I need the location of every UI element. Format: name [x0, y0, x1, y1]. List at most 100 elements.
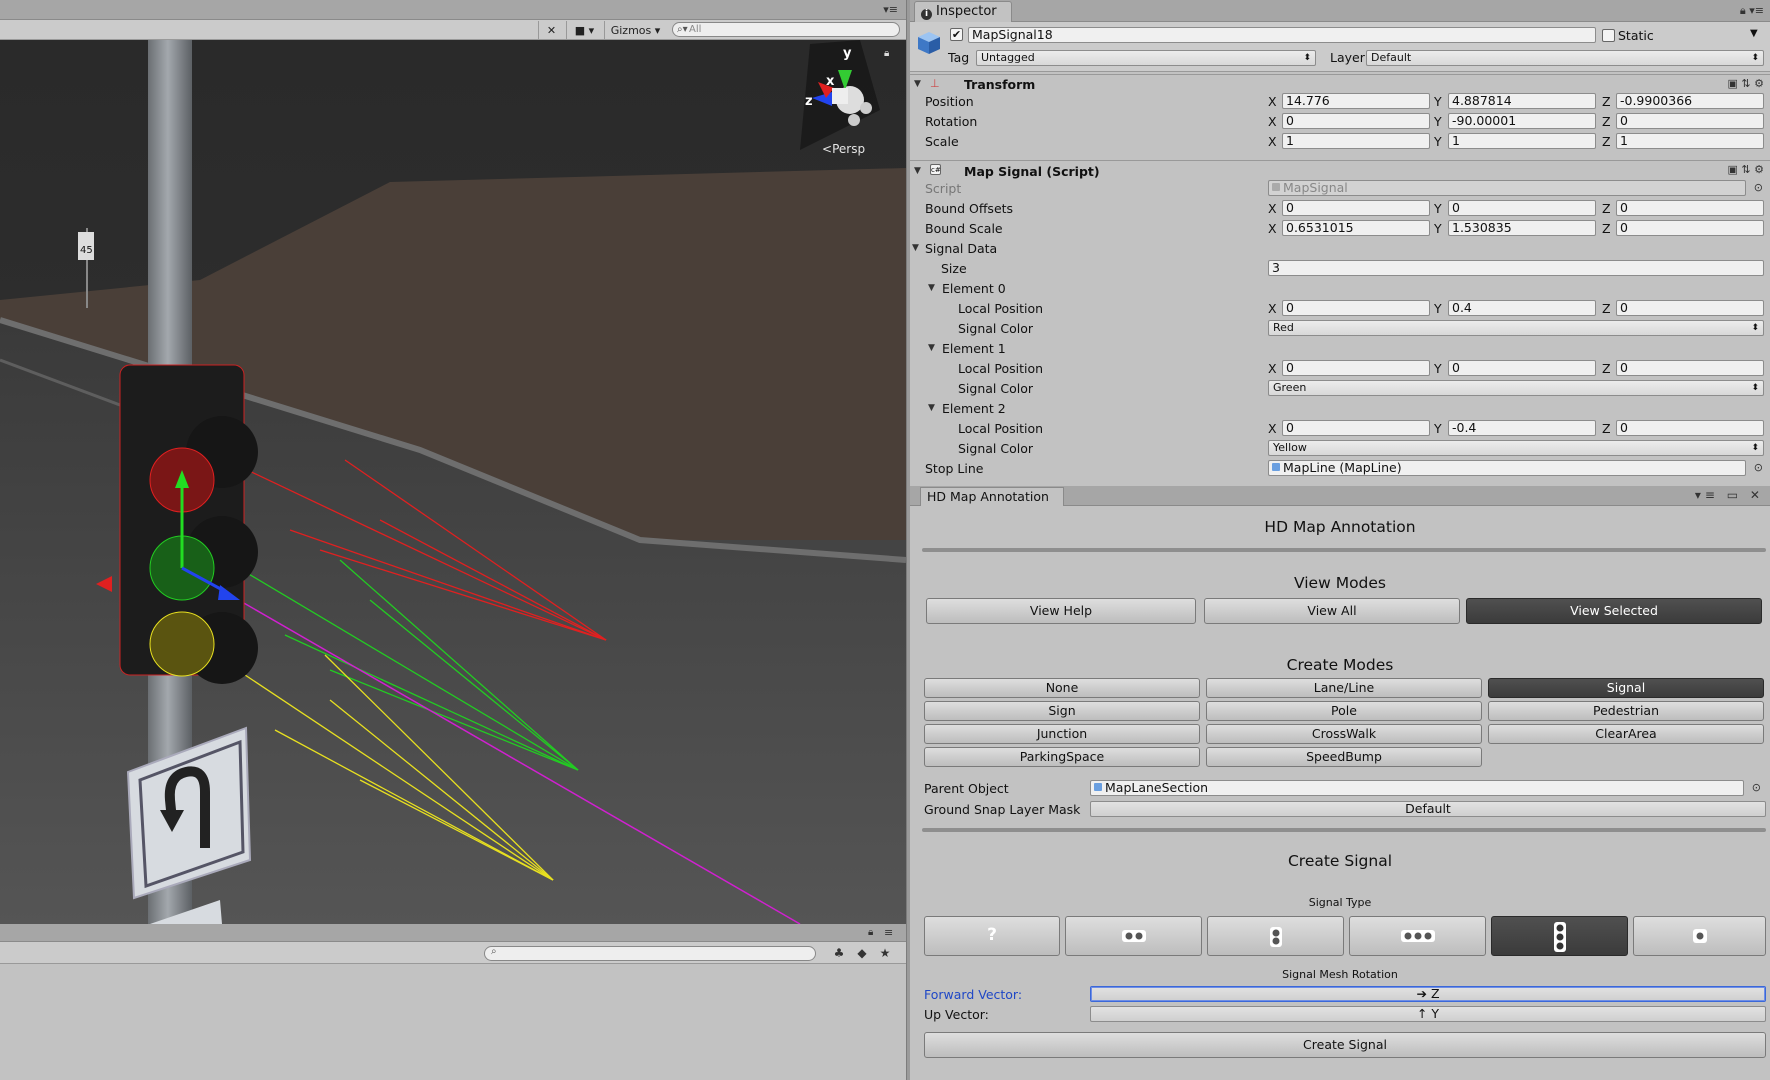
scene-viewport[interactable]: 45 y x z <Persp 🔒︎	[0, 40, 906, 924]
object-name-field[interactable]: MapSignal18	[968, 27, 1596, 43]
position-y-axis[interactable]: Y	[1434, 94, 1442, 109]
element-2-z-axis[interactable]: Z	[1602, 421, 1611, 436]
mode-sign-button[interactable]: Sign	[924, 701, 1200, 721]
signal-type-h2-button[interactable]	[1065, 916, 1202, 956]
tag-dropdown[interactable]: Untagged ⬍	[976, 50, 1316, 66]
ground-snap-dropdown[interactable]: Default	[1090, 801, 1766, 817]
mode-speedbump-button[interactable]: SpeedBump	[1206, 747, 1482, 767]
rotation-x-field[interactable]: 0	[1282, 113, 1430, 129]
signal-data-label[interactable]: Signal Data	[925, 241, 997, 256]
bound-scale-x-axis[interactable]: X	[1268, 221, 1277, 236]
scale-x-axis[interactable]: X	[1268, 134, 1277, 149]
tab-inspector[interactable]: i Inspector	[914, 1, 1012, 22]
position-x-axis[interactable]: X	[1268, 94, 1277, 109]
static-checkbox[interactable]	[1602, 29, 1615, 42]
element-0-pos-z-field[interactable]: 0	[1616, 300, 1764, 316]
scale-z-field[interactable]: 1	[1616, 133, 1764, 149]
scale-z-axis[interactable]: Z	[1602, 134, 1611, 149]
mode-junction-button[interactable]: Junction	[924, 724, 1200, 744]
signal-type-v2-button[interactable]	[1207, 916, 1344, 956]
stop-line-picker-icon[interactable]: ⊙	[1754, 461, 1763, 475]
element-2-pos-x-field[interactable]: 0	[1282, 420, 1430, 436]
view-all-button[interactable]: View All	[1204, 598, 1460, 624]
bound-scale-z-field[interactable]: 0	[1616, 220, 1764, 236]
element-0-foldout-icon[interactable]: ▼	[928, 283, 935, 293]
position-x-field[interactable]: 14.776	[1282, 93, 1430, 109]
element-0-color-dropdown[interactable]: Red ⬍	[1268, 320, 1764, 336]
transform-foldout-icon[interactable]: ▼	[914, 79, 921, 89]
console-label-icon[interactable]: ◆	[853, 946, 871, 962]
console-menu-icon[interactable]: ≡	[884, 926, 893, 939]
bound-scale-x-field[interactable]: 0.6531015	[1282, 220, 1430, 236]
bound-offsets-y-field[interactable]: 0	[1448, 200, 1596, 216]
tab-hd-map-annotation[interactable]: HD Map Annotation	[920, 487, 1064, 506]
signal-data-foldout-icon[interactable]: ▼	[912, 243, 919, 253]
mode-signal-button[interactable]: Signal	[1488, 678, 1764, 698]
element-1-label[interactable]: Element 1	[942, 341, 1006, 356]
create-signal-button[interactable]: Create Signal	[924, 1032, 1766, 1058]
element-1-color-dropdown[interactable]: Green ⬍	[1268, 380, 1764, 396]
rotation-z-field[interactable]: 0	[1616, 113, 1764, 129]
mode-none-button[interactable]: None	[924, 678, 1200, 698]
lock-icon[interactable]: 🔒︎	[884, 48, 889, 59]
element-2-label[interactable]: Element 2	[942, 401, 1006, 416]
element-1-pos-y-field[interactable]: 0	[1448, 360, 1596, 376]
camera-icon[interactable]: ■ ▾	[566, 21, 602, 39]
stop-line-field[interactable]: MapLine (MapLine) ⊙	[1268, 460, 1763, 476]
element-2-foldout-icon[interactable]: ▼	[928, 403, 935, 413]
parent-object-field[interactable]: MapLaneSection ⊙	[1090, 780, 1761, 796]
scene-search-input[interactable]: ⌕▾ All	[672, 22, 900, 37]
hd-map-window-controls-icon[interactable]: ▾≡ ▭ ✕	[1695, 488, 1764, 502]
panel-menu-icon[interactable]: ▾≡	[883, 3, 898, 16]
transform-component-header[interactable]: ▼ ⊥ Transform ▣ ⇅ ⚙	[910, 74, 1770, 94]
element-0-label[interactable]: Element 0	[942, 281, 1006, 296]
mode-cleararea-button[interactable]: ClearArea	[1488, 724, 1764, 744]
element-1-pos-z-field[interactable]: 0	[1616, 360, 1764, 376]
position-z-axis[interactable]: Z	[1602, 94, 1611, 109]
mode-pedestrian-button[interactable]: Pedestrian	[1488, 701, 1764, 721]
mode-lane-line-button[interactable]: Lane/Line	[1206, 678, 1482, 698]
up-vector-dropdown[interactable]: ↑ Y	[1090, 1006, 1766, 1022]
scale-y-axis[interactable]: Y	[1434, 134, 1442, 149]
tools-icon[interactable]: ✕	[538, 21, 564, 39]
element-2-y-axis[interactable]: Y	[1434, 421, 1442, 436]
rotation-y-axis[interactable]: Y	[1434, 114, 1442, 129]
bound-offsets-x-axis[interactable]: X	[1268, 201, 1277, 216]
element-1-pos-x-field[interactable]: 0	[1282, 360, 1430, 376]
element-2-x-axis[interactable]: X	[1268, 421, 1277, 436]
map-signal-foldout-icon[interactable]: ▼	[914, 166, 921, 176]
element-2-pos-z-field[interactable]: 0	[1616, 420, 1764, 436]
signal-type-single-button[interactable]	[1633, 916, 1766, 956]
parent-object-picker-icon[interactable]: ⊙	[1752, 781, 1761, 795]
console-filter-icon[interactable]: ♣	[830, 946, 848, 962]
element-1-foldout-icon[interactable]: ▼	[928, 343, 935, 353]
transform-settings-icon[interactable]: ▣ ⇅ ⚙	[1728, 77, 1764, 90]
bound-scale-y-axis[interactable]: Y	[1434, 221, 1442, 236]
element-2-color-dropdown[interactable]: Yellow ⬍	[1268, 440, 1764, 456]
bound-scale-y-field[interactable]: 1.530835	[1448, 220, 1596, 236]
console-search-input[interactable]: ⌕	[484, 946, 816, 961]
position-z-field[interactable]: -0.9900366	[1616, 93, 1764, 109]
bound-offsets-z-field[interactable]: 0	[1616, 200, 1764, 216]
bound-offsets-z-axis[interactable]: Z	[1602, 201, 1611, 216]
forward-vector-dropdown[interactable]: ➔ Z	[1090, 986, 1766, 1002]
element-1-y-axis[interactable]: Y	[1434, 361, 1442, 376]
console-lock-icon[interactable]: 🔒︎	[868, 927, 873, 938]
scale-x-field[interactable]: 1	[1282, 133, 1430, 149]
inspector-lock-menu-icon[interactable]: 🔒︎ ▾≡	[1740, 4, 1764, 18]
mode-crosswalk-button[interactable]: CrossWalk	[1206, 724, 1482, 744]
rotation-x-axis[interactable]: X	[1268, 114, 1277, 129]
map-signal-settings-icon[interactable]: ▣ ⇅ ⚙	[1728, 163, 1764, 176]
view-selected-button[interactable]: View Selected	[1466, 598, 1762, 624]
console-star-icon[interactable]: ★	[876, 946, 894, 962]
element-0-x-axis[interactable]: X	[1268, 301, 1277, 316]
signal-type-h3-button[interactable]	[1349, 916, 1486, 956]
scale-y-field[interactable]: 1	[1448, 133, 1596, 149]
position-y-field[interactable]: 4.887814	[1448, 93, 1596, 109]
layer-dropdown[interactable]: Default ⬍	[1366, 50, 1764, 66]
element-0-z-axis[interactable]: Z	[1602, 301, 1611, 316]
size-field[interactable]: 3	[1268, 260, 1764, 276]
bound-offsets-x-field[interactable]: 0	[1282, 200, 1430, 216]
mode-pole-button[interactable]: Pole	[1206, 701, 1482, 721]
element-2-pos-y-field[interactable]: -0.4	[1448, 420, 1596, 436]
